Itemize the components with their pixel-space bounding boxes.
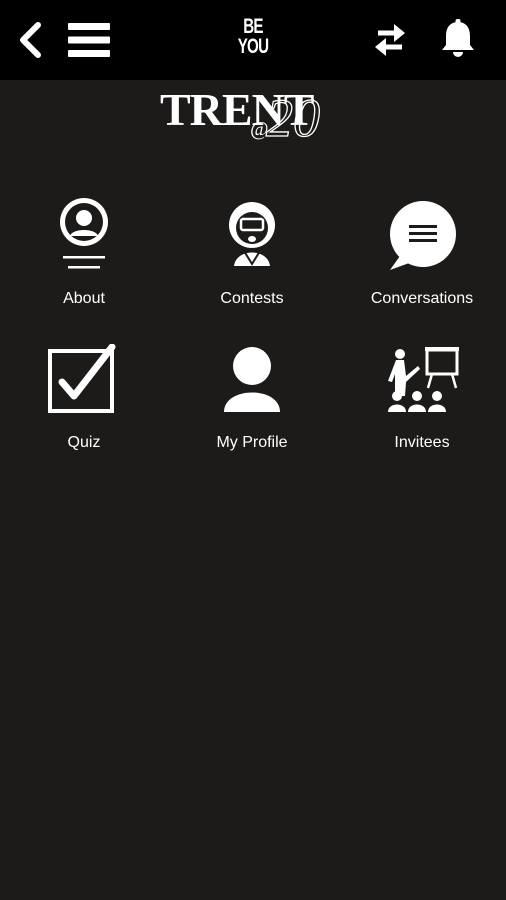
menu-tile-about[interactable]: About xyxy=(0,198,168,328)
menu-label-quiz: Quiz xyxy=(67,434,101,451)
contests-icon xyxy=(229,202,275,266)
brand-badge: BE YOU xyxy=(231,15,274,58)
menu-label-invitees: Invitees xyxy=(394,434,450,451)
menu-tile-my-profile[interactable]: My Profile xyxy=(168,344,336,474)
logo-number: 20 xyxy=(265,88,320,148)
sync-icon[interactable] xyxy=(370,20,410,60)
menu-tile-invitees[interactable]: Invitees xyxy=(338,344,506,474)
bell-icon[interactable] xyxy=(438,18,478,60)
invitees-icon xyxy=(388,347,459,412)
top-app-bar: BE YOU xyxy=(0,0,506,80)
menu-tile-conversations[interactable]: Conversations xyxy=(338,198,506,328)
menu-label-contests: Contests xyxy=(220,290,284,307)
app-logo: TRENT 20 @ xyxy=(150,82,360,154)
about-icon xyxy=(60,198,108,269)
menu-icon[interactable] xyxy=(66,20,112,60)
menu-label-my-profile: My Profile xyxy=(216,434,288,451)
menu-label-conversations: Conversations xyxy=(370,290,474,307)
quiz-icon xyxy=(48,344,116,413)
profile-icon xyxy=(224,347,280,412)
brand-line-1: BE xyxy=(243,15,263,38)
menu-label-about: About xyxy=(63,290,105,307)
logo-at: @ xyxy=(250,118,269,140)
conversations-icon xyxy=(390,201,456,270)
menu-tile-quiz[interactable]: Quiz xyxy=(0,344,168,474)
back-icon[interactable] xyxy=(14,20,46,60)
menu-tile-contests[interactable]: Contests xyxy=(168,198,336,328)
brand-line-2: YOU xyxy=(237,35,269,58)
